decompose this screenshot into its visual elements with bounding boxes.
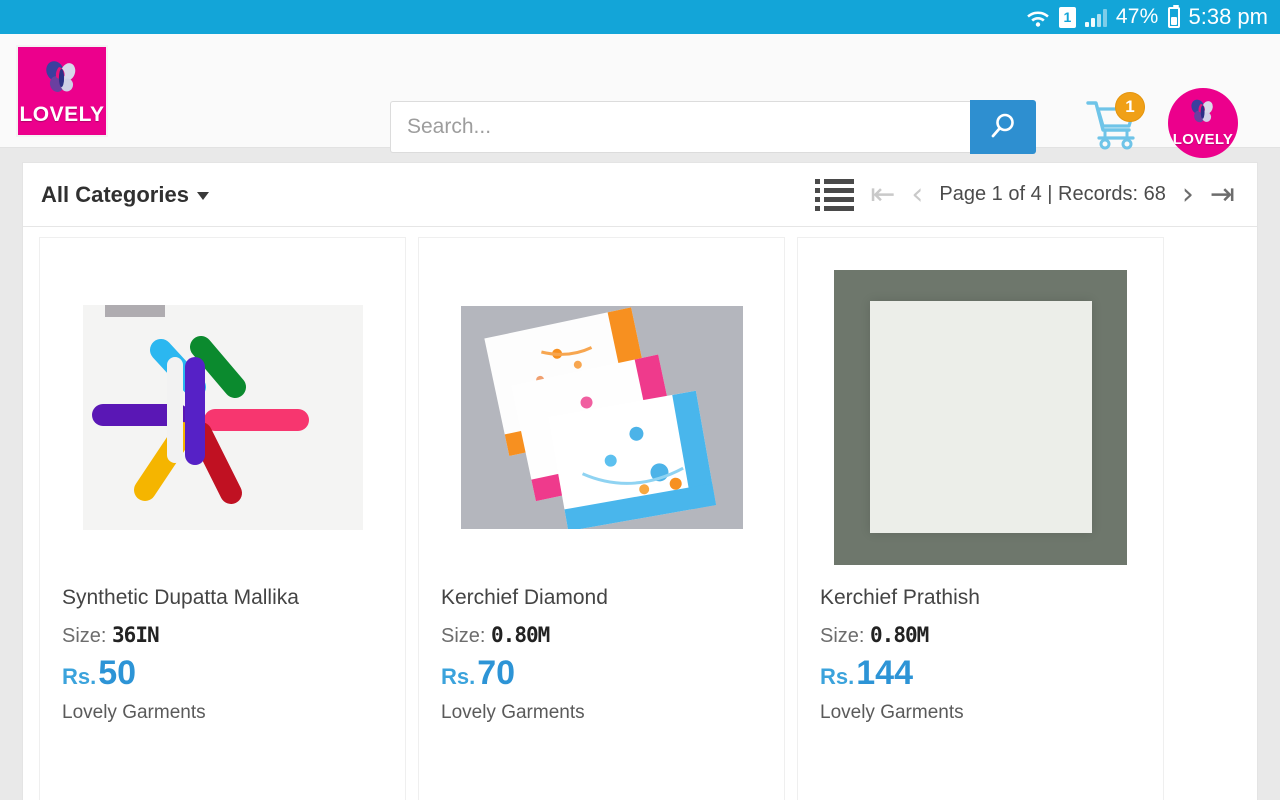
product-size-label: Size: (62, 625, 107, 648)
catalog-panel: All Categories ⇤ ‹ Page 1 of 4 | Records… (22, 162, 1258, 800)
next-page-icon[interactable]: › (1182, 179, 1194, 210)
product-image-white-kerchief (834, 269, 1127, 565)
clock-label: 5:38 pm (1188, 4, 1269, 29)
product-thumbnail (62, 252, 383, 582)
avatar-butterfly-icon (1188, 98, 1218, 131)
last-page-icon[interactable]: ⇥ (1210, 179, 1235, 210)
product-size-label: Size: (820, 625, 865, 648)
white-kerchief-shape (869, 301, 1092, 533)
product-name: Kerchief Diamond (441, 586, 608, 609)
signal-bars-icon (1084, 8, 1107, 27)
product-size-value: 0.80M (491, 623, 550, 648)
product-card[interactable]: Synthetic Dupatta Mallika Size: 36IN Rs.… (39, 237, 406, 800)
chevron-down-icon (196, 191, 209, 200)
product-brand: Lovely Garments (820, 702, 964, 724)
user-avatar[interactable]: LOVELY (1168, 88, 1238, 158)
product-image-kerchiefs (460, 305, 743, 529)
prev-page-icon[interactable]: ‹ (911, 179, 923, 210)
battery-icon (1167, 4, 1180, 28)
battery-percent-label: 47% (1115, 5, 1159, 28)
product-price-value: 144 (856, 654, 913, 693)
brand-logo[interactable]: LOVELY (16, 44, 108, 137)
product-price-value: 50 (98, 654, 137, 693)
avatar-label: LOVELY (1172, 131, 1234, 148)
catalog-toolbar: All Categories ⇤ ‹ Page 1 of 4 | Records… (23, 163, 1257, 227)
product-brand: Lovely Garments (441, 702, 585, 724)
product-card[interactable]: Kerchief Diamond Size: 0.80M Rs. 70 Love… (418, 237, 785, 800)
product-name: Kerchief Prathish (820, 586, 980, 609)
product-currency: Rs. (820, 664, 855, 690)
pagination: ⇤ ‹ Page 1 of 4 | Records: 68 › ⇥ (815, 178, 1235, 211)
product-size: Size: 36IN (62, 623, 383, 648)
search-input[interactable] (390, 101, 970, 153)
product-price: Rs. 144 (820, 656, 1141, 690)
product-currency: Rs. (441, 664, 476, 690)
product-currency: Rs. (62, 664, 97, 690)
product-size: Size: 0.80M (820, 623, 1141, 648)
product-size-value: 36IN (112, 623, 160, 648)
brand-logo-text: LOVELY (19, 102, 105, 126)
list-view-icon[interactable] (815, 178, 855, 211)
all-categories-dropdown[interactable]: All Categories (41, 182, 209, 208)
product-thumbnail (441, 252, 762, 582)
product-price: Rs. 70 (441, 656, 762, 690)
shopping-cart-icon (1085, 101, 1143, 156)
cart-badge: 1 (1115, 92, 1145, 122)
search-bar (390, 100, 1036, 154)
product-thumbnail (820, 252, 1141, 582)
product-price-value: 70 (477, 654, 516, 693)
wifi-icon (1026, 7, 1050, 28)
product-brand: Lovely Garments (62, 702, 206, 724)
search-icon (986, 109, 1020, 146)
pagination-label: Page 1 of 4 | Records: 68 (939, 183, 1166, 205)
status-bar: 1 47% 5:38 pm (0, 0, 1280, 34)
first-page-icon[interactable]: ⇤ (870, 179, 895, 210)
product-grid: Synthetic Dupatta Mallika Size: 36IN Rs.… (23, 227, 1257, 800)
cart-button[interactable]: 1 (1085, 92, 1147, 156)
app-header: LOVELY 1 (0, 34, 1280, 158)
product-name: Synthetic Dupatta Mallika (62, 586, 299, 609)
product-size-value: 0.80M (870, 623, 929, 648)
search-button[interactable] (970, 100, 1036, 154)
product-price: Rs. 50 (62, 656, 383, 690)
product-card[interactable]: Kerchief Prathish Size: 0.80M Rs. 144 Lo… (797, 237, 1164, 800)
product-size: Size: 0.80M (441, 623, 762, 648)
butterfly-icon (42, 59, 82, 102)
product-size-label: Size: (441, 625, 486, 648)
sim-indicator-icon: 1 (1058, 6, 1076, 28)
product-image-dupattas (82, 304, 363, 530)
all-categories-label: All Categories (41, 181, 189, 207)
